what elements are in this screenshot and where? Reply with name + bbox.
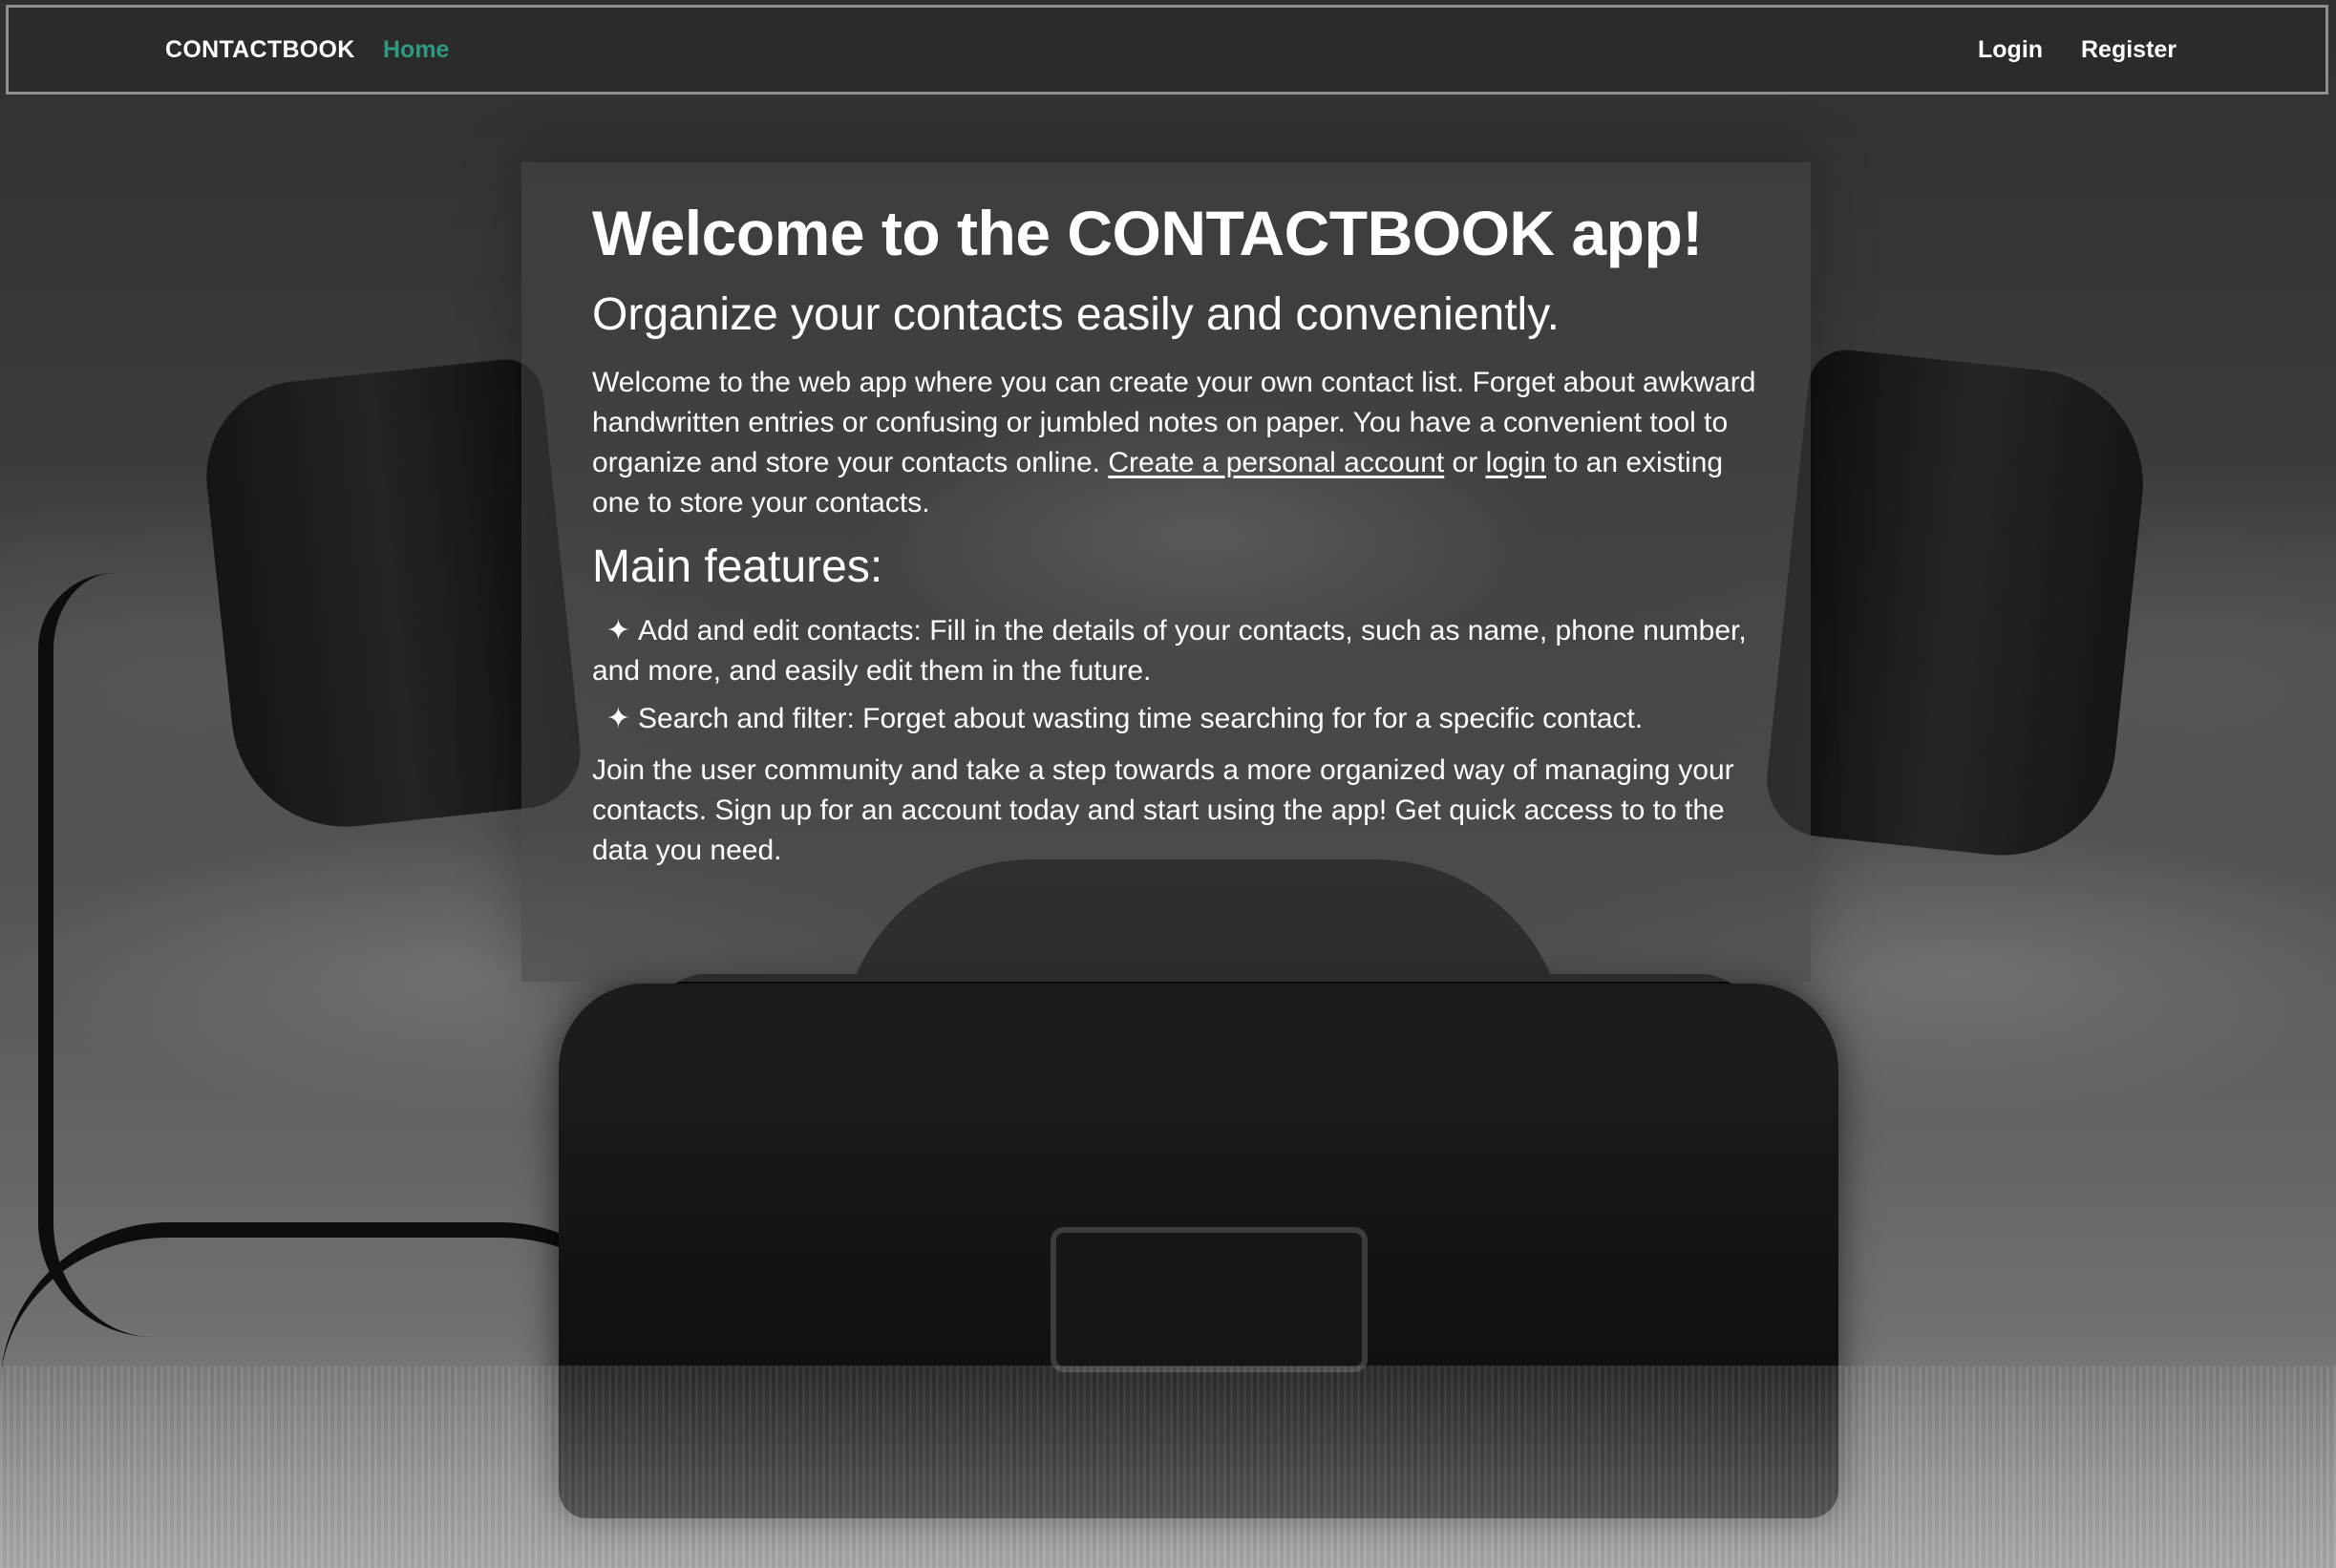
page-subtitle: Organize your contacts easily and conven… [592,289,1560,340]
nav-register-link[interactable]: Register [2081,8,2177,92]
nav-login-link[interactable]: Login [1978,8,2043,92]
sparkle-icon: ✦ [605,615,630,646]
feature-text: Search and filter: Forget about wasting … [638,703,1644,734]
feature-item: ✦ Add and edit contacts: Fill in the deta… [592,611,1757,691]
feature-text: Add and edit contacts: Fill in the detai… [592,615,1747,687]
nav-home-link[interactable]: Home [383,8,449,92]
create-account-link[interactable]: Create a personal account [1108,447,1444,478]
navbar: CONTACTBOOK Home Login Register [6,5,2328,95]
login-link[interactable]: login [1486,447,1546,478]
brand-link[interactable]: CONTACTBOOK [165,8,355,92]
page: CONTACTBOOK Home Login Register Welcome … [0,0,2336,1568]
feature-item: ✦ Search and filter: Forget about wasting… [592,699,1757,739]
closing-paragraph: Join the user community and take a step … [592,754,1734,866]
intro-paragraph: Welcome to the web app where you can cre… [592,363,1757,523]
sparkle-icon: ✦ [605,703,630,734]
page-title: Welcome to the CONTACTBOOK app! [592,198,1703,268]
main-content: Welcome to the CONTACTBOOK app! Organize… [592,187,1757,871]
features-heading: Main features: [592,541,883,592]
intro-or-text: or [1444,447,1486,478]
